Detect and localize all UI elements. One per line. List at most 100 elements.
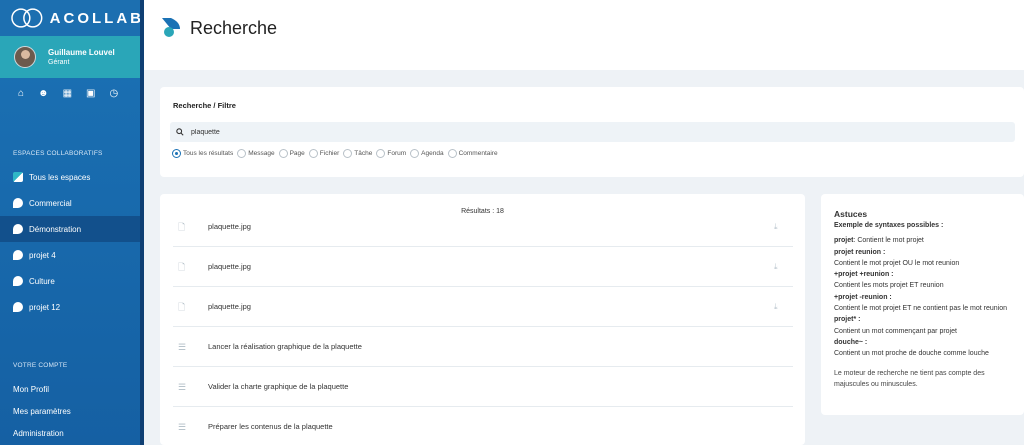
tip-description: Contient le mot projet: [857, 237, 924, 245]
tip-example: +projet -reunion : Contient le mot projet…: [834, 292, 1014, 315]
tip-term: +projet -reunion :: [834, 293, 892, 301]
sidebar-item-account[interactable]: Administration: [0, 422, 144, 444]
result-label[interactable]: plaquette.jpg: [208, 302, 251, 311]
sidebar: ACOLLAB Guillaume Louvel Gérant ⌂ ☻ ▦ ▣ …: [0, 0, 144, 445]
brand-name: ACOLLAB: [49, 9, 144, 27]
user-name: Guillaume Louvel: [48, 48, 115, 57]
sidebar-item-account[interactable]: Mon Profil: [0, 378, 144, 400]
sidebar-item-space[interactable]: Tous les espaces: [0, 164, 144, 190]
result-label[interactable]: plaquette.jpg: [208, 222, 251, 231]
filter-radio[interactable]: Page: [278, 149, 305, 158]
file-icon: 🗋: [178, 221, 186, 232]
sidebar-item-space[interactable]: Culture: [0, 268, 144, 294]
search-page-icon: [162, 18, 180, 37]
acollab-logo-icon: [11, 8, 43, 28]
sidebar-item-label: projet 12: [29, 302, 61, 312]
sidebar-item-label: Démonstration: [29, 224, 82, 234]
calendar-icon[interactable]: ▦: [63, 88, 72, 116]
spaces-section-title: ESPACES COLLABORATIFS: [13, 150, 103, 157]
filter-radio[interactable]: Tous les résultats: [172, 149, 233, 158]
result-row[interactable]: ☰ Lancer la réalisation graphique de la p…: [173, 327, 793, 367]
result-row[interactable]: ☰ Préparer les contenus de la plaquette: [173, 407, 793, 445]
briefcase-icon[interactable]: ▣: [86, 88, 95, 116]
radio-button[interactable]: [278, 149, 288, 158]
filter-radio[interactable]: Fichier: [308, 149, 340, 158]
result-label[interactable]: Valider la charte graphique de la plaque…: [208, 382, 348, 391]
result-label[interactable]: Préparer les contenus de la plaquette: [208, 422, 333, 431]
task-icon: ☰: [178, 381, 187, 392]
tips-card: Astuces Exemple de syntaxes possibles : …: [821, 194, 1024, 415]
task-icon: ☰: [178, 341, 187, 352]
task-icon: ☰: [178, 421, 187, 432]
sidebar-item-space[interactable]: Démonstration: [0, 216, 144, 242]
quick-links: ⌂ ☻ ▦ ▣ ◷: [0, 78, 144, 116]
radio-button[interactable]: [410, 149, 420, 158]
tip-example: projet reunion : Contient le mot projet O…: [834, 247, 1014, 270]
filter-radio[interactable]: Message: [237, 149, 275, 158]
result-row[interactable]: ☰ Valider la charte graphique de la plaqu…: [173, 367, 793, 407]
filter-options: Tous les résultats Message Page Fichier Tâch…: [172, 149, 498, 158]
sidebar-item-account[interactable]: Mes paramètres: [0, 400, 144, 422]
tip-term: douche~ :: [834, 338, 868, 346]
tip-term: projet: [834, 237, 854, 245]
tip-description: Contient un mot proche de douche comme l…: [834, 350, 989, 358]
tip-term: projet* :: [834, 316, 861, 324]
filter-label: Tâche: [354, 150, 373, 157]
filter-label: Agenda: [421, 150, 444, 157]
result-label[interactable]: plaquette.jpg: [208, 262, 251, 271]
result-label[interactable]: Lancer la réalisation graphique de la pl…: [208, 342, 362, 351]
user-card[interactable]: Guillaume Louvel Gérant: [0, 36, 144, 78]
radio-button[interactable]: [308, 149, 318, 158]
radio-button[interactable]: [172, 149, 181, 158]
download-icon[interactable]: ⤓: [774, 262, 783, 271]
tip-example: projet: Contient le mot projet: [834, 235, 1014, 246]
tip-description: Contient les mots projet ET reunion: [834, 282, 944, 290]
avatar: [14, 46, 36, 68]
space-icon: [13, 250, 23, 260]
sidebar-item-space[interactable]: Commercial: [0, 190, 144, 216]
brand-logo[interactable]: ACOLLAB: [0, 0, 144, 36]
filter-radio[interactable]: Forum: [376, 149, 406, 158]
search-icon: [176, 128, 184, 136]
sidebar-item-space[interactable]: projet 12: [0, 294, 144, 320]
users-icon[interactable]: ☻: [38, 88, 49, 116]
tips-subtitle: Exemple de syntaxes possibles :: [834, 222, 944, 229]
tip-description: Contient un mot commençant par projet: [834, 327, 957, 335]
filter-label: Tous les résultats: [183, 150, 234, 157]
sidebar-item-label: projet 4: [29, 250, 56, 260]
download-icon[interactable]: ⤓: [774, 222, 783, 231]
results-card: Résultats : 18 🗋 plaquette.jpg ⤓ 🗋 plaquette…: [160, 194, 805, 445]
tip-example: douche~ : Contient un mot proche de douch…: [834, 337, 1014, 360]
filter-label: Message: [248, 150, 275, 157]
radio-button[interactable]: [237, 149, 247, 158]
home-icon[interactable]: ⌂: [18, 88, 24, 116]
clock-icon[interactable]: ◷: [109, 88, 118, 116]
filter-label: Forum: [387, 150, 407, 157]
result-row[interactable]: 🗋 plaquette.jpg ⤓: [173, 247, 793, 287]
tip-example: projet* : Contient un mot commençant par …: [834, 314, 1014, 337]
space-icon: [13, 224, 23, 234]
filter-radio[interactable]: Commentaire: [447, 149, 498, 158]
tips-note: Le moteur de recherche ne tient pas comp…: [834, 369, 985, 388]
result-row[interactable]: 🗋 plaquette.jpg ⤓: [173, 287, 793, 327]
file-icon: 🗋: [178, 301, 186, 312]
search-card-title: Recherche / Filtre: [173, 101, 236, 110]
search-box[interactable]: [170, 122, 1015, 142]
tip-description: Contient le mot projet OU le mot reunion: [834, 259, 960, 267]
sidebar-item-space[interactable]: projet 4: [0, 242, 144, 268]
radio-button[interactable]: [343, 149, 353, 158]
result-row[interactable]: 🗋 plaquette.jpg ⤓: [173, 207, 793, 247]
radio-button[interactable]: [447, 149, 457, 158]
radio-button[interactable]: [376, 149, 386, 158]
user-role: Gérant: [48, 59, 70, 66]
tip-term: projet reunion :: [834, 248, 886, 256]
filter-radio[interactable]: Agenda: [410, 149, 444, 158]
tip-term: +projet +reunion :: [834, 271, 894, 279]
search-input[interactable]: [191, 128, 491, 136]
download-icon[interactable]: ⤓: [774, 302, 783, 311]
filter-radio[interactable]: Tâche: [343, 149, 372, 158]
filter-label: Commentaire: [458, 150, 498, 157]
filter-label: Page: [289, 150, 305, 157]
page-title: Recherche: [190, 18, 278, 38]
filter-label: Fichier: [319, 150, 340, 157]
